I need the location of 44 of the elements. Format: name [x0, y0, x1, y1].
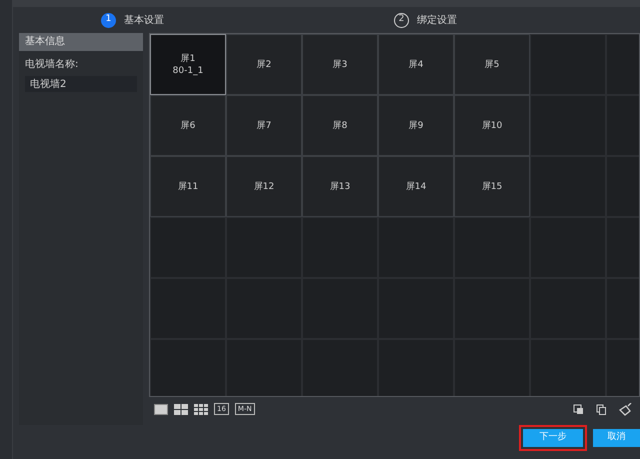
screen-tile[interactable]: 屏12 [226, 156, 302, 217]
screen-name: 屏10 [482, 120, 502, 132]
copy-icon[interactable] [573, 404, 584, 415]
screen-tile[interactable]: 屏7 [226, 95, 302, 156]
step-number: 1 [101, 12, 116, 28]
screen-tile[interactable]: 屏3 [302, 34, 378, 95]
screen-name: 屏13 [330, 180, 350, 192]
field-label: 电视墙名称: [24, 58, 80, 72]
screen-name: 屏6 [180, 120, 196, 132]
screen-name: 屏12 [254, 180, 274, 192]
name-input-field[interactable]: 电视墙2 [25, 76, 137, 92]
screen-tile[interactable]: 屏15 [454, 156, 530, 217]
screen-tile[interactable]: 屏9 [378, 95, 454, 156]
sidebar-header: 基本信息 [19, 33, 143, 51]
screen-tile[interactable]: 屏10 [454, 95, 530, 156]
screen-name: 屏11 [178, 180, 198, 192]
screen-name: 屏3 [332, 58, 348, 70]
screen-source: 80-1_1 [172, 64, 204, 76]
screen-tile[interactable]: 屏14 [378, 156, 454, 217]
screen-tile[interactable]: 屏5 [454, 34, 530, 95]
four-grid-icon[interactable] [174, 404, 188, 415]
screen-tile[interactable]: 屏13 [302, 156, 378, 217]
screen-name: 屏5 [484, 58, 500, 70]
step-label: 绑定设置 [417, 14, 457, 28]
single-layout-icon[interactable] [154, 404, 168, 415]
screen-tile[interactable]: 屏1 80-1_1 [150, 34, 226, 95]
screen-tile[interactable]: 屏2 [226, 34, 302, 95]
screen-name: 屏7 [256, 120, 272, 132]
duplicate-icon[interactable] [596, 404, 607, 415]
screen-name: 屏15 [482, 180, 502, 192]
step-number: 2 [394, 12, 409, 28]
screen-tile[interactable]: 屏8 [302, 95, 378, 156]
screen-tile[interactable]: 屏6 [150, 95, 226, 156]
screen-name: 屏14 [406, 180, 426, 192]
brush-icon[interactable] [619, 402, 632, 416]
screen-name: 屏4 [408, 58, 424, 70]
screen-name: 屏1 [180, 52, 196, 64]
screen-name: 屏8 [332, 120, 348, 132]
screen-name: 屏2 [256, 58, 272, 70]
screen-name: 屏9 [408, 120, 424, 132]
step-label: 基本设置 [124, 14, 164, 28]
screen-tile[interactable]: 屏11 [150, 156, 226, 217]
nine-grid-icon[interactable] [194, 404, 208, 415]
screen-tile[interactable]: 屏4 [378, 34, 454, 95]
